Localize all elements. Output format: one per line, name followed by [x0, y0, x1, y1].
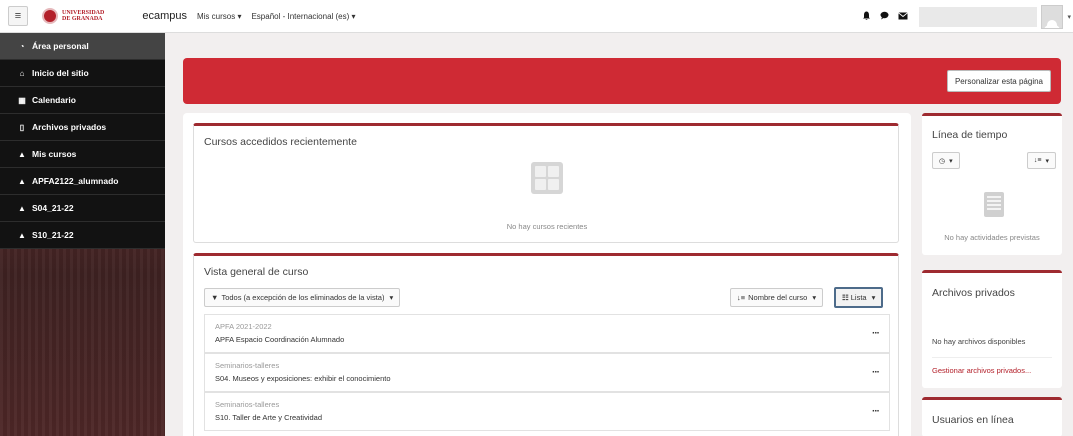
sidebar-item-label: Inicio del sitio [32, 68, 89, 78]
timeline-block: Línea de tiempo ◷ ▾ ↓≡ ▾ No hay activida… [922, 113, 1062, 255]
recent-courses-empty-text: No hay cursos recientes [506, 222, 588, 231]
sidebar-item-s04[interactable]: ▲ S04_21-22 [0, 195, 165, 222]
course-overview-title: Vista general de curso [204, 266, 309, 278]
course-name-link[interactable]: APFA Espacio Coordinación Alumnado [215, 335, 344, 344]
user-menu-caret-icon[interactable]: ▾ [1067, 13, 1071, 21]
sidebar-item-area-personal[interactable]: ◔ Área personal [0, 33, 165, 60]
sidebar-item-label: S04_21-22 [32, 203, 74, 213]
sidebar-item-archivos-privados[interactable]: ▯ Archivos privados [0, 114, 165, 141]
user-avatar[interactable] [1041, 4, 1064, 29]
filter-icon: ▼ [211, 293, 219, 302]
private-files-title: Archivos privados [932, 287, 1015, 299]
home-icon: ⌂ [19, 68, 25, 78]
sidebar-item-mis-cursos[interactable]: ▲ Mis cursos [0, 141, 165, 168]
caret-down-icon: ▾ [237, 11, 242, 21]
hamburger-icon: ≡ [14, 10, 22, 22]
private-files-empty-text: No hay archivos disponibles [932, 337, 1026, 346]
timeline-empty-text: No hay actividades previstas [944, 233, 1040, 242]
sidebar-item-calendario[interactable]: ▦ Calendario [0, 87, 165, 114]
timeline-sort-dropdown[interactable]: ↓≡ ▾ [1026, 152, 1056, 169]
online-users-block: Usuarios en línea [922, 397, 1062, 436]
clock-icon: ◷ [939, 157, 946, 165]
graduation-cap-icon: ▲ [18, 149, 26, 159]
nav-language-select[interactable]: Español - Internacional (es) ▾ [251, 12, 355, 21]
manage-private-files-link[interactable]: Gestionar archivos privados... [932, 366, 1031, 375]
course-sort-label: Nombre del curso [748, 293, 808, 302]
caret-down-icon: ▾ [949, 157, 953, 165]
course-overview-card: Vista general de curso ▼ Todos (a excepc… [193, 253, 899, 436]
brand-ecampus[interactable]: ecampus [142, 10, 187, 22]
sidebar-item-label: S10_21-22 [32, 230, 74, 240]
main-content: Personalizar esta página Cursos accedido… [165, 33, 1073, 436]
online-users-title: Usuarios en línea [932, 414, 1014, 426]
top-navbar: ≡ UNIVERSIDAD DE GRANADA ecampus Mis cur… [0, 0, 1073, 33]
caret-down-icon: ▾ [871, 293, 876, 302]
customize-page-button[interactable]: Personalizar esta página [946, 70, 1051, 92]
sort-icon: ↓≡ [1033, 157, 1042, 164]
sidebar-item-label: Calendario [32, 95, 76, 105]
page-header-banner: Personalizar esta página [183, 58, 1061, 104]
nav-mis-cursos-label: Mis cursos [196, 11, 236, 21]
nav-mis-cursos[interactable]: Mis cursos ▾ [197, 12, 241, 21]
university-seal-icon [42, 8, 58, 24]
logo-text-line2: DE GRANADA [62, 16, 103, 22]
timeline-filter-dropdown[interactable]: ◷ ▾ [932, 152, 960, 169]
sidebar-item-label: Área personal [32, 41, 89, 51]
activities-empty-icon [984, 192, 1004, 217]
private-files-block: Archivos privados No hay archivos dispon… [922, 270, 1062, 388]
caret-down-icon: ▾ [351, 11, 356, 21]
file-icon: ▯ [19, 122, 25, 132]
timeline-title: Línea de tiempo [932, 129, 1008, 141]
graduation-cap-icon: ▲ [18, 203, 26, 213]
courses-empty-icon [531, 162, 563, 194]
university-logo[interactable]: UNIVERSIDAD DE GRANADA [42, 8, 104, 24]
course-list-item[interactable]: Seminarios-talleres S04. Museos y exposi… [204, 353, 890, 392]
more-options-icon[interactable]: ··· [872, 367, 880, 378]
divider [932, 357, 1052, 358]
caret-down-icon: ▾ [1045, 157, 1049, 165]
center-column: Cursos accedidos recientemente No hay cu… [183, 113, 911, 436]
hamburger-menu-button[interactable]: ≡ [8, 6, 28, 26]
caret-down-icon: ▾ [812, 293, 817, 302]
chat-icon[interactable] [880, 11, 889, 22]
sidebar-item-inicio[interactable]: ⌂ Inicio del sitio [0, 60, 165, 87]
sidebar: ◔ Área personal ⌂ Inicio del sitio ▦ Cal… [0, 33, 165, 436]
list-view-icon: ☷ [842, 293, 849, 302]
mail-icon[interactable] [898, 11, 909, 22]
graduation-cap-icon: ▲ [18, 230, 26, 240]
course-view-dropdown[interactable]: ☷ Lista ▾ [834, 287, 884, 308]
user-name-box[interactable] [919, 6, 1038, 27]
calendar-icon: ▦ [18, 95, 26, 105]
sidebar-item-label: APFA2122_alumnado [32, 176, 119, 186]
nav-language-label: Español - Internacional (es) [251, 11, 350, 21]
graduation-cap-icon: ▲ [18, 176, 26, 186]
course-category: Seminarios-talleres [215, 400, 280, 409]
more-options-icon[interactable]: ··· [872, 328, 880, 339]
sidebar-item-s10[interactable]: ▲ S10_21-22 [0, 222, 165, 249]
sidebar-item-label: Archivos privados [32, 122, 107, 132]
course-name-link[interactable]: S10. Taller de Arte y Creatividad [215, 413, 322, 422]
course-category: Seminarios-talleres [215, 361, 280, 370]
course-view-label: Lista [850, 293, 867, 302]
caret-down-icon: ▾ [389, 293, 394, 302]
course-list-item[interactable]: Seminarios-talleres S10. Taller de Arte … [204, 392, 890, 431]
course-category: APFA 2021-2022 [215, 322, 272, 331]
recent-courses-card: Cursos accedidos recientemente No hay cu… [193, 123, 899, 243]
course-sort-dropdown[interactable]: ↓≡ Nombre del curso ▾ [730, 288, 824, 307]
recent-courses-title: Cursos accedidos recientemente [204, 136, 357, 148]
course-name-link[interactable]: S04. Museos y exposiciones: exhibir el c… [215, 374, 391, 383]
course-filter-dropdown[interactable]: ▼ Todos (a excepción de los eliminados d… [204, 288, 401, 307]
sidebar-item-label: Mis cursos [32, 149, 77, 159]
course-filter-label: Todos (a excepción de los eliminados de … [221, 293, 385, 302]
course-list-item[interactable]: APFA 2021-2022 APFA Espacio Coordinación… [204, 314, 890, 353]
more-options-icon[interactable]: ··· [872, 406, 880, 417]
bell-icon[interactable] [862, 11, 871, 23]
dashboard-icon: ◔ [19, 41, 25, 51]
sort-icon: ↓≡ [737, 293, 746, 302]
sidebar-item-apfa2122[interactable]: ▲ APFA2122_alumnado [0, 168, 165, 195]
